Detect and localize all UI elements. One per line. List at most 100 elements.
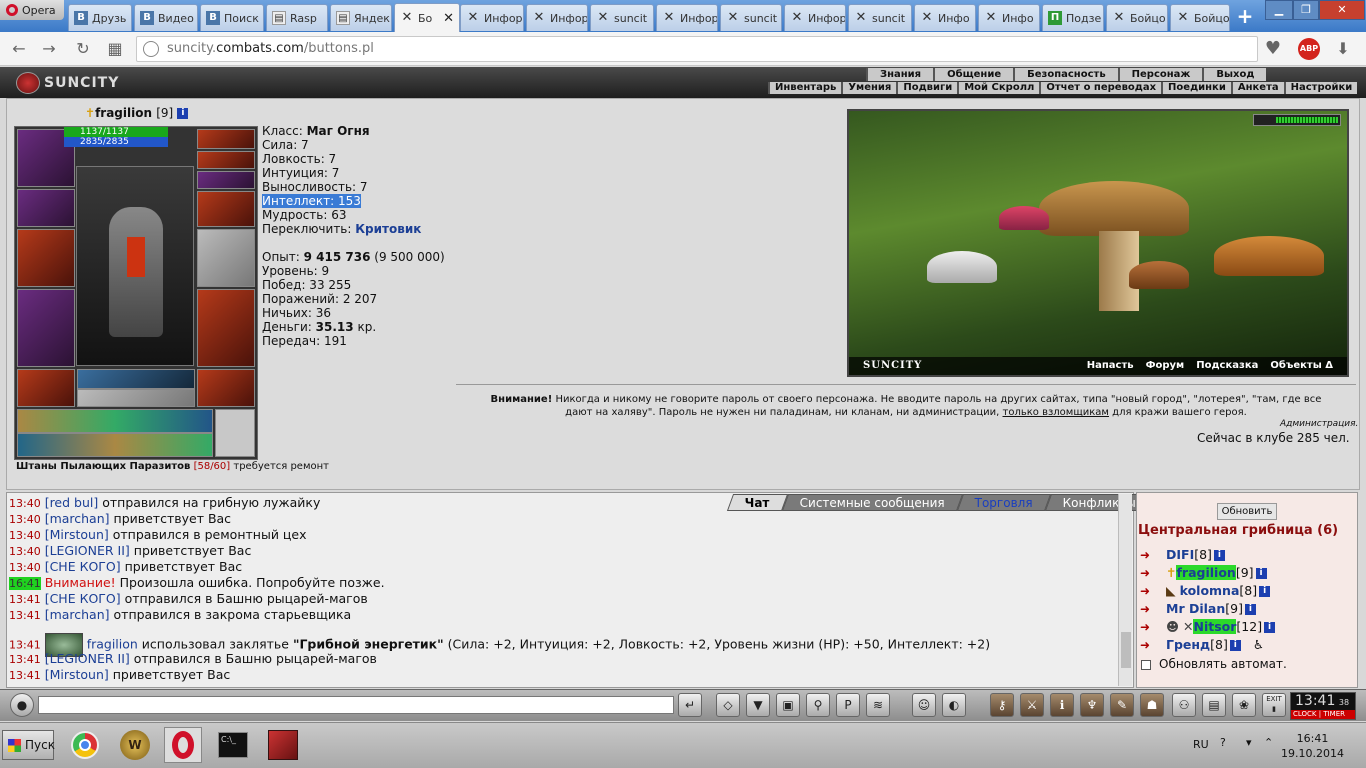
quest-icon[interactable]: ✎: [1110, 693, 1134, 717]
chat-time[interactable]: 13:41: [9, 593, 41, 606]
pants-slot[interactable]: [197, 289, 255, 367]
player-name[interactable]: Nitsor: [1193, 619, 1237, 634]
player-name[interactable]: kolomna: [1180, 583, 1240, 598]
speed-dial-grid-icon[interactable]: ▦: [106, 40, 124, 58]
tab-6[interactable]: ✕ Бо ✕: [394, 3, 460, 32]
tab-18[interactable]: ✕ Бойцо: [1170, 4, 1230, 31]
auto-update-option[interactable]: Обновлять автомат.: [1141, 657, 1287, 671]
people-icon[interactable]: ⚇: [1172, 693, 1196, 717]
info-icon[interactable]: i: [1229, 640, 1241, 651]
belt-slot[interactable]: [17, 369, 75, 407]
shield-slot[interactable]: [197, 229, 255, 287]
tab-17[interactable]: ✕ Бойцо: [1106, 4, 1168, 31]
earrings-slot[interactable]: [197, 129, 255, 149]
chat-tab-1[interactable]: Чат: [726, 494, 788, 511]
chat-user[interactable]: [marchan]: [45, 511, 110, 526]
private-icon[interactable]: P: [836, 693, 860, 717]
paw-icon[interactable]: ❀: [1232, 693, 1256, 717]
opera-taskbar-icon[interactable]: [164, 727, 202, 763]
empty-slots[interactable]: [215, 409, 255, 457]
walking-man-icon[interactable]: ⚲: [806, 693, 830, 717]
bracer-slot[interactable]: [17, 189, 75, 227]
heart-bookmark-icon[interactable]: ♥: [1264, 40, 1282, 58]
chat-time[interactable]: 13:40: [9, 545, 41, 558]
smiles-icon[interactable]: ☺: [912, 693, 936, 717]
sword-icon[interactable]: ⚔: [1020, 693, 1044, 717]
submenu-item-6[interactable]: Поединки: [1161, 82, 1231, 94]
player-name[interactable]: fragilion: [1176, 565, 1236, 580]
char-name-text[interactable]: fragilion: [95, 106, 152, 120]
tab-close-icon[interactable]: ✕: [443, 11, 454, 26]
info-icon[interactable]: i: [1264, 622, 1276, 633]
chat-scrollbar[interactable]: [1118, 494, 1132, 686]
scroll-slots-row1[interactable]: [17, 409, 213, 433]
submenu-item-5[interactable]: Отчет о переводах: [1039, 82, 1161, 94]
minimize-button[interactable]: ▁: [1265, 0, 1293, 20]
chat-user[interactable]: Внимание!: [45, 575, 116, 590]
scene-link-2[interactable]: Форум: [1146, 360, 1185, 371]
chat-user[interactable]: [СНЕ КОГО]: [45, 559, 121, 574]
scrollbar-thumb[interactable]: [1121, 632, 1131, 668]
back-arrow-icon[interactable]: ←: [10, 40, 28, 58]
location-scene[interactable]: [847, 109, 1349, 377]
chat-user[interactable]: [Mirstoun]: [45, 667, 109, 682]
start-button[interactable]: Пуск: [2, 730, 55, 760]
chat-time[interactable]: 16:41: [9, 577, 41, 590]
tab-15[interactable]: ✕ Инфо: [978, 4, 1040, 31]
player-name[interactable]: Гренд: [1166, 637, 1210, 652]
tab-12[interactable]: ✕ Инфор: [784, 4, 846, 31]
close-window-button[interactable]: ✕: [1319, 0, 1365, 20]
private-arrow-icon[interactable]: ➜: [1140, 565, 1166, 581]
submenu-item-3[interactable]: Подвиги: [896, 82, 957, 94]
opera-menu-button[interactable]: Opera: [0, 0, 64, 20]
info-icon[interactable]: i: [177, 108, 189, 119]
scene-link-3[interactable]: Подсказка: [1196, 360, 1258, 371]
menu-item-2[interactable]: Общение: [933, 68, 1013, 81]
private-arrow-icon[interactable]: ➜: [1140, 619, 1166, 635]
goblet-icon[interactable]: ♆: [1080, 693, 1104, 717]
empty-rune-row[interactable]: [77, 389, 195, 407]
tray-expand-icon[interactable]: ⌃: [1264, 736, 1273, 749]
maximize-button[interactable]: ❐: [1293, 0, 1319, 20]
chat-time[interactable]: 13:41: [9, 609, 41, 622]
chat-time[interactable]: 13:41: [9, 669, 41, 682]
chat-log[interactable]: 13:40 [red bul] отправился на грибную лу…: [6, 492, 1134, 688]
tab-7[interactable]: ✕ Инфор: [460, 4, 524, 31]
menu-item-5[interactable]: Выход: [1202, 68, 1266, 81]
network-icon[interactable]: ▾: [1246, 736, 1252, 749]
info-icon[interactable]: i: [1255, 568, 1267, 579]
chat-time[interactable]: 13:40: [9, 497, 41, 510]
smiley-head-icon[interactable]: ●: [10, 693, 34, 717]
tab-5[interactable]: ▤ Яндек: [330, 4, 392, 31]
tab-4[interactable]: ▤ Rasp: [266, 4, 328, 31]
chat-user[interactable]: [СНЕ КОГО]: [45, 591, 121, 606]
chat-time[interactable]: 13:40: [9, 529, 41, 542]
tab-16[interactable]: П Подзе: [1042, 4, 1104, 31]
exit-button[interactable]: EXIT ▮: [1262, 693, 1286, 717]
save-disk-icon[interactable]: ▣: [776, 693, 800, 717]
chat-user[interactable]: fragilion: [87, 637, 138, 652]
tab-9[interactable]: ✕ suncit: [590, 4, 654, 31]
warning-link[interactable]: только взломщикам: [1003, 407, 1109, 418]
mask-icon[interactable]: ☗: [1140, 693, 1164, 717]
amulet-slot[interactable]: [197, 151, 255, 169]
new-tab-plus-icon[interactable]: +: [1235, 6, 1255, 26]
weapon-slot[interactable]: [17, 229, 75, 287]
auto-update-checkbox[interactable]: [1141, 659, 1151, 670]
tab-1[interactable]: B Друзь: [68, 4, 132, 31]
runes-row[interactable]: [77, 369, 195, 389]
submenu-item-2[interactable]: Умения: [841, 82, 896, 94]
dota-taskbar-icon[interactable]: [264, 727, 302, 763]
warcraft-taskbar-icon[interactable]: W: [116, 727, 154, 763]
scroll-slots-row2[interactable]: [17, 433, 213, 457]
filter-icon[interactable]: ▼: [746, 693, 770, 717]
rings-slot[interactable]: [197, 171, 255, 189]
refresh-button[interactable]: Обновить: [1217, 503, 1277, 520]
chat-time[interactable]: 13:41: [9, 639, 41, 652]
chat-user[interactable]: [red bul]: [45, 495, 99, 510]
chat-tab-2[interactable]: Системные сообщения: [781, 494, 963, 511]
private-arrow-icon[interactable]: ➜: [1140, 547, 1166, 563]
reload-icon[interactable]: ↻: [74, 40, 92, 58]
chat-user[interactable]: [Mirstoun]: [45, 527, 109, 542]
menu-item-4[interactable]: Персонаж: [1117, 68, 1203, 81]
